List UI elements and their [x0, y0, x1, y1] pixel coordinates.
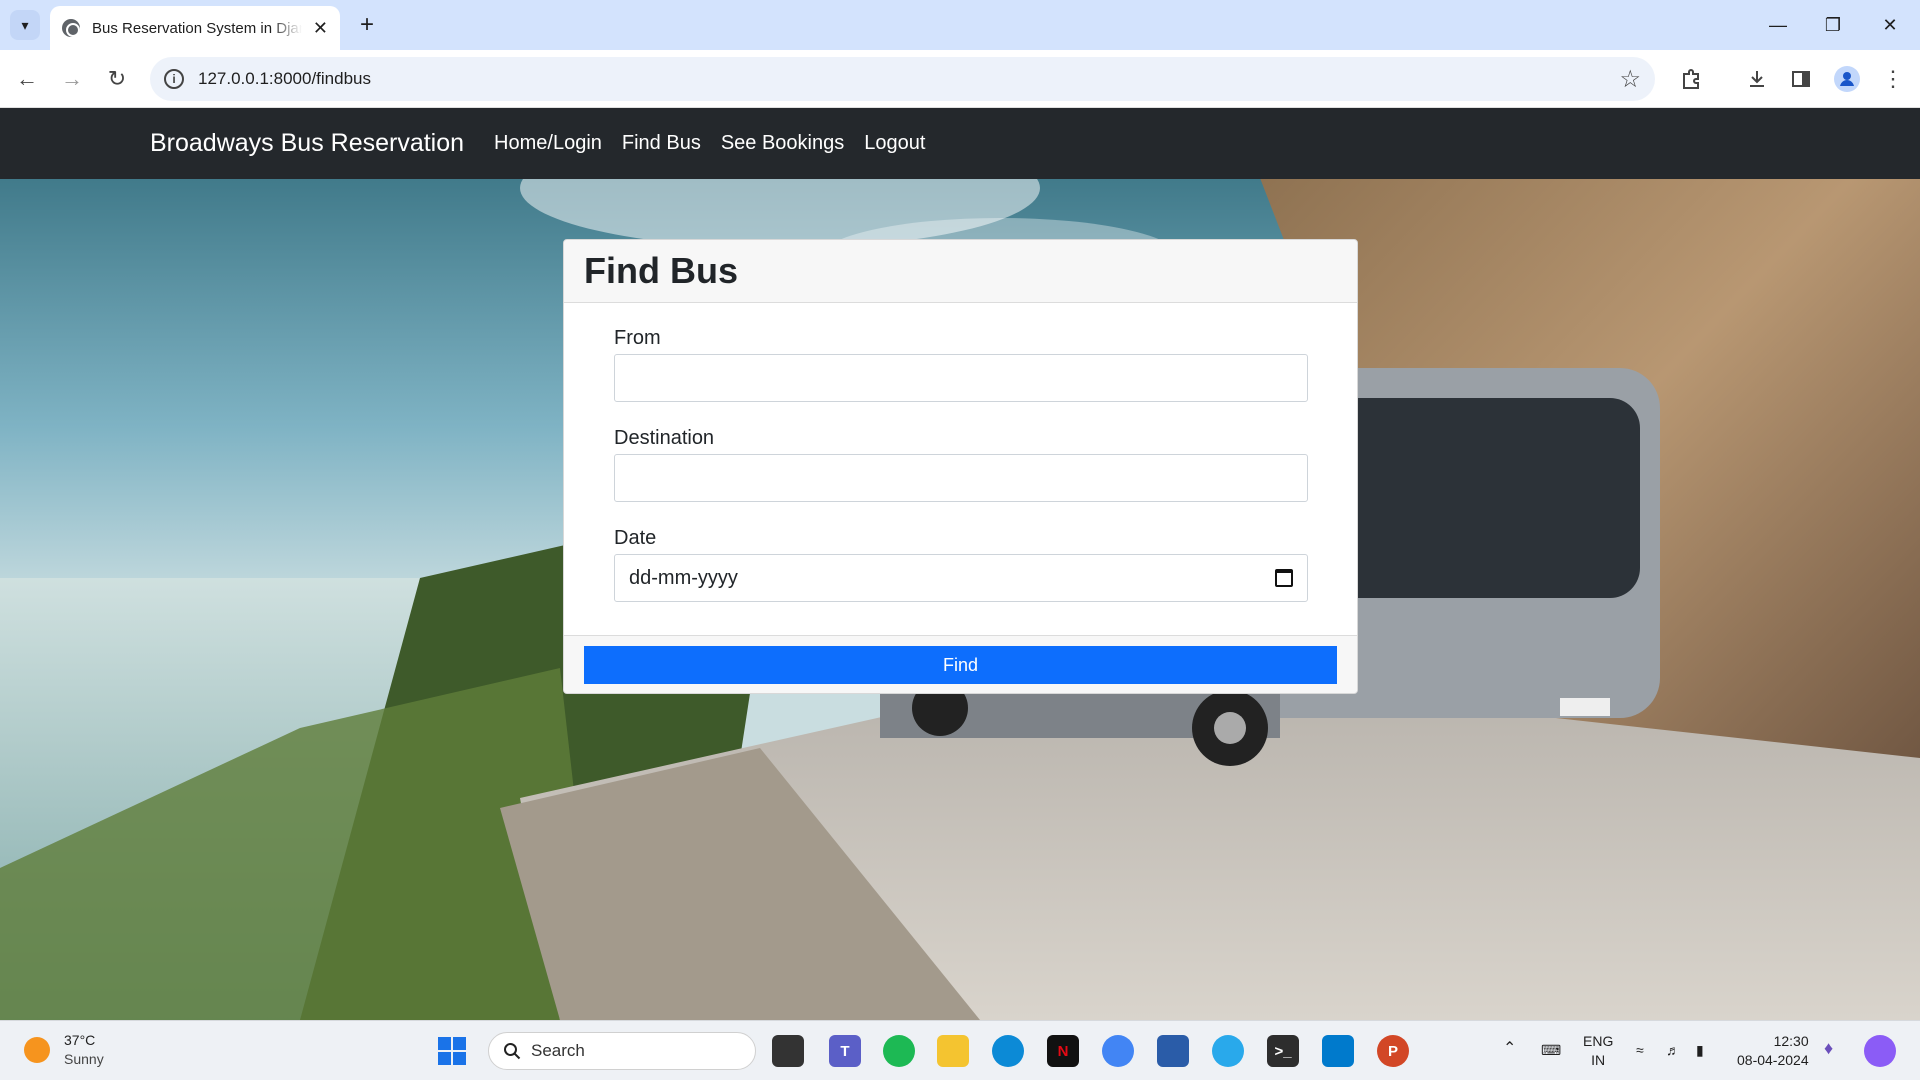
- side-panel-icon[interactable]: [1786, 64, 1816, 94]
- globe-icon: [62, 19, 80, 37]
- windows-taskbar: 37°C Sunny Search T N >_ P ⌃ ⌨ ENG IN ≈ …: [0, 1020, 1920, 1080]
- file-explorer-icon[interactable]: [937, 1035, 969, 1067]
- web-page: Broadways Bus Reservation Home/Login Fin…: [0, 108, 1920, 1020]
- new-tab-button[interactable]: +: [352, 10, 382, 40]
- site-navbar: Broadways Bus Reservation Home/Login Fin…: [0, 108, 1920, 179]
- back-icon[interactable]: ←: [12, 64, 42, 94]
- date-input[interactable]: dd-mm-yyyy: [614, 554, 1308, 602]
- volume-icon[interactable]: ♬: [1666, 1041, 1680, 1060]
- language-code: ENG: [1583, 1033, 1614, 1049]
- search-label: Search: [531, 1041, 585, 1060]
- sun-icon: [24, 1037, 50, 1063]
- date-label: Date: [614, 527, 657, 549]
- weather-widget[interactable]: 37°C Sunny: [24, 1031, 104, 1069]
- weather-temperature: 37°C: [64, 1032, 96, 1048]
- calendar-icon[interactable]: [1275, 569, 1293, 587]
- wifi-icon[interactable]: ≈: [1636, 1041, 1644, 1060]
- card-footer: Find: [564, 635, 1357, 693]
- chrome-icon[interactable]: [1102, 1035, 1134, 1067]
- chevron-up-icon[interactable]: ⌃: [1503, 1039, 1516, 1058]
- terminal-icon[interactable]: >_: [1267, 1035, 1299, 1067]
- edge-icon[interactable]: [992, 1035, 1024, 1067]
- download-icon[interactable]: [1742, 64, 1772, 94]
- battery-icon[interactable]: ▮: [1696, 1041, 1704, 1060]
- windows-start-icon[interactable]: [438, 1037, 466, 1065]
- spotify-icon[interactable]: [883, 1035, 915, 1067]
- telegram-icon[interactable]: [1212, 1035, 1244, 1067]
- notification-bell-icon[interactable]: ♦: [1824, 1039, 1833, 1058]
- url-text[interactable]: 127.0.0.1:8000/findbus: [198, 69, 371, 89]
- reload-icon[interactable]: ↻: [102, 64, 132, 94]
- powerpoint-icon[interactable]: P: [1377, 1035, 1409, 1067]
- chevron-down-icon: ▾: [21, 16, 29, 33]
- restore-button[interactable]: ❐: [1811, 10, 1855, 40]
- taskbar-search[interactable]: Search: [488, 1032, 756, 1070]
- destination-input[interactable]: [614, 454, 1308, 502]
- weather-condition: Sunny: [64, 1051, 104, 1067]
- clock-time: 12:30: [1773, 1033, 1809, 1049]
- destination-label: Destination: [614, 427, 715, 449]
- browser-toolbar: ← → ↻ i 127.0.0.1:8000/findbus ☆ ⋮: [0, 50, 1920, 108]
- minimize-button[interactable]: —: [1756, 10, 1800, 40]
- region-code: IN: [1591, 1052, 1606, 1068]
- clock-date: 08-04-2024: [1737, 1052, 1809, 1068]
- from-input[interactable]: [614, 354, 1308, 402]
- task-view-icon[interactable]: [772, 1035, 804, 1067]
- address-bar[interactable]: i 127.0.0.1:8000/findbus ☆: [150, 57, 1655, 101]
- browser-tab[interactable]: Bus Reservation System in Django ✕: [50, 6, 340, 50]
- extensions-icon[interactable]: [1676, 64, 1706, 94]
- nav-link-home-login[interactable]: Home/Login: [494, 132, 602, 155]
- site-brand[interactable]: Broadways Bus Reservation: [150, 129, 464, 158]
- close-icon[interactable]: ✕: [313, 18, 328, 39]
- tab-search-button[interactable]: ▾: [10, 10, 40, 40]
- from-label: From: [614, 327, 661, 349]
- microsoft-store-icon[interactable]: [1157, 1035, 1189, 1067]
- forward-icon[interactable]: →: [57, 64, 87, 94]
- date-placeholder: dd-mm-yyyy: [629, 566, 738, 589]
- netflix-icon[interactable]: N: [1047, 1035, 1079, 1067]
- profile-avatar-icon[interactable]: [1832, 64, 1862, 94]
- copilot-icon[interactable]: [1864, 1035, 1896, 1067]
- find-bus-card: Find Bus From Destination Date dd-mm-yyy…: [563, 239, 1358, 694]
- close-window-button[interactable]: ✕: [1868, 10, 1912, 40]
- card-header: Find Bus: [564, 240, 1357, 303]
- find-button[interactable]: Find: [584, 646, 1337, 684]
- teams-icon[interactable]: T: [829, 1035, 861, 1067]
- nav-link-find-bus[interactable]: Find Bus: [622, 132, 701, 155]
- browser-tabstrip: ▾ Bus Reservation System in Django ✕ + —…: [0, 0, 1920, 50]
- clock[interactable]: 12:30 08-04-2024: [1737, 1032, 1809, 1070]
- nav-link-logout[interactable]: Logout: [864, 132, 925, 155]
- info-icon[interactable]: i: [164, 69, 184, 89]
- star-icon[interactable]: ☆: [1619, 65, 1641, 94]
- keyboard-icon[interactable]: ⌨: [1541, 1041, 1561, 1060]
- vscode-icon[interactable]: [1322, 1035, 1354, 1067]
- nav-link-see-bookings[interactable]: See Bookings: [721, 132, 844, 155]
- language-indicator[interactable]: ENG IN: [1583, 1032, 1613, 1070]
- page-title: Find Bus: [584, 250, 738, 291]
- search-icon: [504, 1043, 521, 1060]
- tab-title: Bus Reservation System in Django: [92, 19, 302, 37]
- menu-dots-icon[interactable]: ⋮: [1878, 64, 1908, 94]
- find-bus-form: From Destination Date dd-mm-yyyy: [564, 303, 1357, 635]
